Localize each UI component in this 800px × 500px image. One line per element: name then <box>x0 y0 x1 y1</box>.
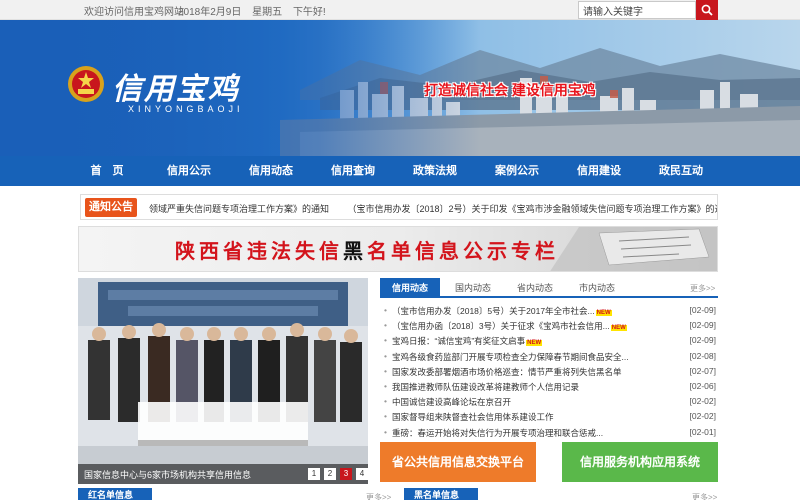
blacklist-banner[interactable]: 陕西省违法失信黑名单信息公示专栏 <box>78 226 718 272</box>
list-item[interactable]: • 国家督导组来陕督查社会信用体系建设工作 [02-02] <box>384 411 718 426</box>
list-item[interactable]: • 宝鸡日报：“诚信宝鸡”有奖征文启事 NEW [02-09] <box>384 335 718 350</box>
nav-interaction[interactable]: 政民互动 <box>656 156 706 186</box>
blacklist-more-link[interactable]: 更多>> <box>692 492 717 500</box>
bullet-icon: • <box>384 305 387 315</box>
notice-item[interactable]: （宝市信用办发〔2018〕2号）关于印发《宝鸡市涉金融领域失信问题专项治理工作方… <box>348 204 717 214</box>
nav-credit-news[interactable]: 信用动态 <box>246 156 296 186</box>
meeting-photo-image <box>78 278 368 484</box>
list-item[interactable]: • 国家发改委部署烟酒市场价格巡查：情节严重将列失信黑名单 [02-07] <box>384 366 718 381</box>
news-photo-slider[interactable]: 国家信息中心与6家市场机构共享信用信息 1 2 3 4 <box>78 278 368 484</box>
nav-cases[interactable]: 案例公示 <box>492 156 542 186</box>
nav-policy[interactable]: 政策法规 <box>410 156 460 186</box>
site-logo-subtitle: XINYONGBAOJI <box>128 104 244 114</box>
news-title: （宝市信用办发〔2018〕5号）关于2017年全市社会... <box>392 306 595 316</box>
news-more-link[interactable]: 更多>> <box>690 283 715 294</box>
notice-bar: 通知公告 领域严重失信问题专项治理工作方案》的通知 （宝市信用办发〔2018〕2… <box>80 194 718 220</box>
bullet-icon: • <box>384 350 387 361</box>
search-icon <box>701 4 713 16</box>
nav-home[interactable]: 首 页 <box>82 156 132 186</box>
slider-page-2[interactable]: 2 <box>324 468 336 480</box>
main-nav: 首 页 信用公示 信用动态 信用查询 政策法规 案例公示 信用建设 政民互动 <box>0 156 800 186</box>
top-bar: 欢迎访问信用宝鸡网站 2018年2月9日 星期五 下午好! <box>0 0 800 20</box>
tab-province-news[interactable]: 省内动态 <box>508 278 562 298</box>
blacklist-title-part1: 陕西省违法失信 <box>175 241 343 263</box>
news-title: 宝鸡日报：“诚信宝鸡”有奖征文启事 <box>392 336 526 347</box>
list-item[interactable]: • （宝市信用办发〔2018〕5号）关于2017年全市社会... NEW [02-09… <box>384 305 718 320</box>
news-date: [02-09] <box>689 305 716 315</box>
header-banner: 信用宝鸡 XINYONGBAOJI 打造诚信社会 建设信用宝鸡 <box>0 20 800 156</box>
news-title: 中国诚信建设高峰论坛在京召开 <box>392 397 512 408</box>
nav-credit-publicity[interactable]: 信用公示 <box>164 156 214 186</box>
notice-label: 通知公告 <box>85 198 137 217</box>
list-item[interactable]: • 我国推进教师队伍建设改革将建教师个人信用记录 [02-06] <box>384 381 718 396</box>
site-logo-text: 信用宝鸡 <box>112 72 240 107</box>
bullet-icon: • <box>384 380 387 391</box>
national-emblem-icon <box>68 66 104 102</box>
banner-slogan: 打造诚信社会 建设信用宝鸡 <box>424 82 596 98</box>
list-item[interactable]: • 中国诚信建设高峰论坛在京召开 [02-02] <box>384 396 718 411</box>
blacklist-section-title[interactable]: 黑名单信息 <box>404 488 478 500</box>
slider-page-1[interactable]: 1 <box>308 468 320 480</box>
photo-caption: 国家信息中心与6家市场机构共享信用信息 <box>84 470 252 480</box>
blacklist-title-part2: 名单信息公示专栏 <box>367 241 559 263</box>
bullet-icon: • <box>384 411 387 422</box>
credit-exchange-platform-button[interactable]: 省公共信用信息交换平台 <box>380 442 536 482</box>
news-date: [02-06] <box>689 380 716 391</box>
news-date: [02-02] <box>689 411 716 422</box>
search-button[interactable] <box>696 0 718 20</box>
bullet-icon: • <box>384 426 387 437</box>
bullet-icon: • <box>384 320 387 331</box>
new-badge: NEW <box>526 340 543 347</box>
news-date: [02-01] <box>689 426 716 437</box>
slider-page-4[interactable]: 4 <box>356 468 368 480</box>
new-badge: NEW <box>595 310 612 316</box>
tab-domestic-news[interactable]: 国内动态 <box>446 278 500 298</box>
tab-city-news[interactable]: 市内动态 <box>570 278 624 298</box>
weekday-text: 星期五 <box>252 7 283 18</box>
news-title: 国家督导组来陕督查社会信用体系建设工作 <box>392 412 554 423</box>
new-badge: NEW <box>610 325 627 332</box>
bullet-icon: • <box>384 365 387 376</box>
bullet-icon: • <box>384 335 387 346</box>
list-item[interactable]: • （宝信用办函〔2018〕3号）关于征求《宝鸡市社会信用... NEW [02-09… <box>384 320 718 335</box>
bullet-icon: • <box>384 396 387 407</box>
news-title: 国家发改委部署烟酒市场价格巡查：情节严重将列失信黑名单 <box>392 366 622 377</box>
news-date: [02-02] <box>689 396 716 407</box>
notice-item[interactable]: 领域严重失信问题专项治理工作方案》的通知 <box>149 204 329 214</box>
news-title: 我国推进教师队伍建设改革将建教师个人信用记录 <box>392 381 580 392</box>
news-date: [02-08] <box>689 350 716 361</box>
greeting-text: 下午好! <box>292 7 326 18</box>
credit-service-system-button[interactable]: 信用服务机构应用系统 <box>562 442 718 482</box>
tab-credit-news[interactable]: 信用动态 <box>380 278 440 298</box>
blacklist-title: 陕西省违法失信黑名单信息公示专栏 <box>175 235 559 264</box>
welcome-text: 欢迎访问信用宝鸡网站 <box>84 7 184 18</box>
nav-credit-building[interactable]: 信用建设 <box>574 156 624 186</box>
news-title: 宝鸡各级食药监部门开展专项检查全力保障春节期间食品安全... <box>392 351 629 362</box>
news-title: （宝信用办函〔2018〕3号）关于征求《宝鸡市社会信用... <box>392 321 610 332</box>
blacklist-title-black: 黑 <box>343 241 367 263</box>
news-list: • （宝市信用办发〔2018〕5号）关于2017年全市社会... NEW [02-09… <box>384 305 718 442</box>
date-text: 2018年2月9日 <box>178 7 242 18</box>
search-input[interactable] <box>578 1 696 19</box>
notice-scroller: 领域严重失信问题专项治理工作方案》的通知 （宝市信用办发〔2018〕2号）关于印… <box>149 202 717 215</box>
news-tabs: 信用动态 国内动态 省内动态 市内动态 更多>> <box>380 278 718 298</box>
news-title: 重磅：春运开始将对失信行为开展专项治理和联合惩戒... <box>392 427 604 438</box>
news-date: [02-09] <box>689 320 716 331</box>
news-date: [02-07] <box>689 365 716 376</box>
date-display: 2018年2月9日 星期五 下午好! <box>178 3 334 18</box>
photo-caption-bar: 国家信息中心与6家市场机构共享信用信息 1 2 3 4 <box>78 464 368 484</box>
list-item[interactable]: • 宝鸡各级食药监部门开展专项检查全力保障春节期间食品安全... [02-08] <box>384 351 718 366</box>
redlist-section-title[interactable]: 红名单信息 <box>78 488 152 500</box>
nav-credit-query[interactable]: 信用查询 <box>328 156 378 186</box>
redlist-more-link[interactable]: 更多>> <box>366 492 391 500</box>
slider-page-3[interactable]: 3 <box>340 468 352 480</box>
list-item[interactable]: • 重磅：春运开始将对失信行为开展专项治理和联合惩戒... [02-01] <box>384 427 718 442</box>
news-date: [02-09] <box>689 335 716 346</box>
